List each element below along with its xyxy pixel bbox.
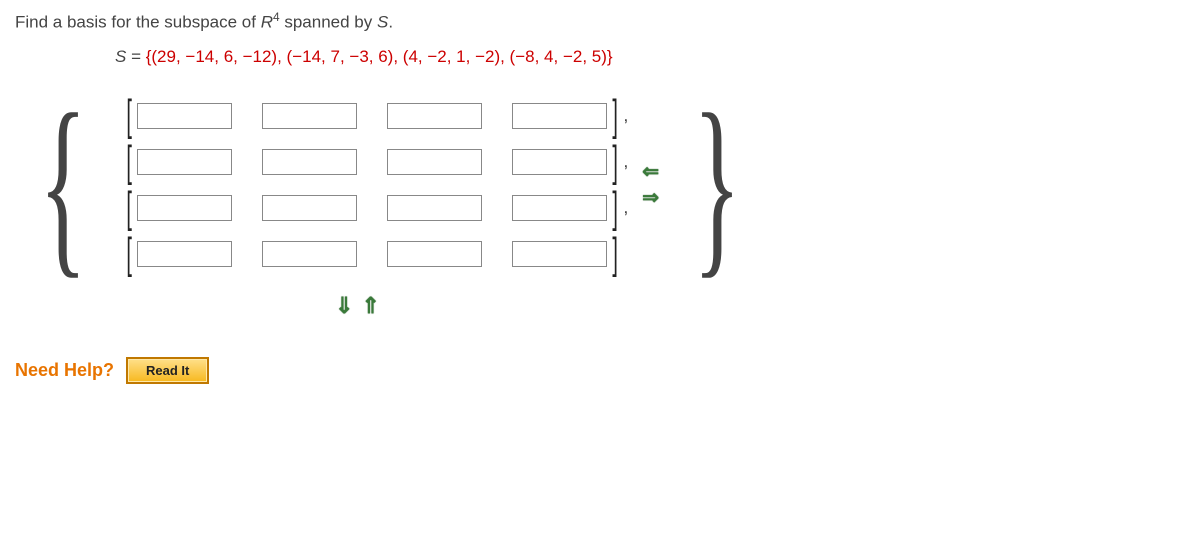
right-bracket-icon: ] — [612, 192, 619, 224]
matrix-cell[interactable] — [262, 195, 357, 221]
prompt-prefix: Find a basis for the subspace of — [15, 13, 261, 32]
set-definition: S = {(29, −14, 6, −12), (−14, 7, −3, 6),… — [115, 47, 1185, 67]
matrix-cell[interactable] — [137, 149, 232, 175]
vector-row: [ ] , — [121, 192, 628, 224]
row-comma: , — [623, 152, 628, 172]
row-comma: , — [623, 106, 628, 126]
left-bracket-icon: [ — [125, 192, 132, 224]
matrix-cell[interactable] — [387, 195, 482, 221]
matrix-cell[interactable] — [262, 149, 357, 175]
right-brace: } — [693, 85, 741, 285]
vectors-block: [ ] , [ ] , [ — [121, 100, 628, 270]
prompt-middle: spanned by — [280, 13, 377, 32]
vector-row: [ ] , — [121, 146, 628, 178]
vector-row: [ ] , — [121, 100, 628, 132]
need-help-label: Need Help? — [15, 360, 114, 381]
right-bracket-icon: ] — [612, 100, 619, 132]
question-prompt: Find a basis for the subspace of R4 span… — [15, 10, 1185, 33]
column-arrow-controls: ⇓ ⇑ — [335, 295, 1185, 317]
help-row: Need Help? Read It — [15, 357, 1185, 384]
space-exponent: 4 — [273, 10, 280, 24]
set-rhs: {(29, −14, 6, −12), (−14, 7, −3, 6), (4,… — [146, 47, 613, 66]
matrix-cell[interactable] — [137, 195, 232, 221]
equals-sign: = — [126, 47, 145, 66]
set-variable: S — [377, 13, 388, 32]
left-bracket-icon: [ — [125, 100, 132, 132]
set-lhs: S — [115, 47, 126, 66]
matrix-cell[interactable] — [387, 149, 482, 175]
left-bracket-icon: [ — [125, 146, 132, 178]
matrix-cell[interactable] — [512, 241, 607, 267]
row-comma: , — [623, 198, 628, 218]
matrix-cell[interactable] — [387, 103, 482, 129]
row-arrow-controls: ⇐ ⇒ — [642, 162, 659, 208]
vector-row: [ ] — [121, 238, 628, 270]
left-bracket-icon: [ — [125, 238, 132, 270]
read-it-button[interactable]: Read It — [126, 357, 209, 384]
right-bracket-icon: ] — [612, 238, 619, 270]
add-row-arrow-icon[interactable]: ⇑ — [361, 295, 379, 317]
matrix-cell[interactable] — [387, 241, 482, 267]
cells-row — [137, 149, 607, 175]
matrix-cell[interactable] — [137, 241, 232, 267]
matrix-cell[interactable] — [512, 195, 607, 221]
left-brace: { — [39, 85, 87, 285]
add-column-arrow-icon[interactable]: ⇒ — [642, 188, 659, 208]
remove-column-arrow-icon[interactable]: ⇐ — [642, 162, 659, 182]
right-bracket-icon: ] — [612, 146, 619, 178]
matrix-cell[interactable] — [512, 103, 607, 129]
cells-row — [137, 195, 607, 221]
cells-row — [137, 103, 607, 129]
cells-row — [137, 241, 607, 267]
matrix-cell[interactable] — [262, 103, 357, 129]
matrix-cell[interactable] — [512, 149, 607, 175]
answer-area: { [ ] , [ ] , [ — [15, 85, 1185, 285]
matrix-cell[interactable] — [137, 103, 232, 129]
matrix-cell[interactable] — [262, 241, 357, 267]
prompt-suffix: . — [388, 13, 393, 32]
space-symbol: R — [261, 13, 273, 32]
remove-row-arrow-icon[interactable]: ⇓ — [335, 295, 353, 317]
